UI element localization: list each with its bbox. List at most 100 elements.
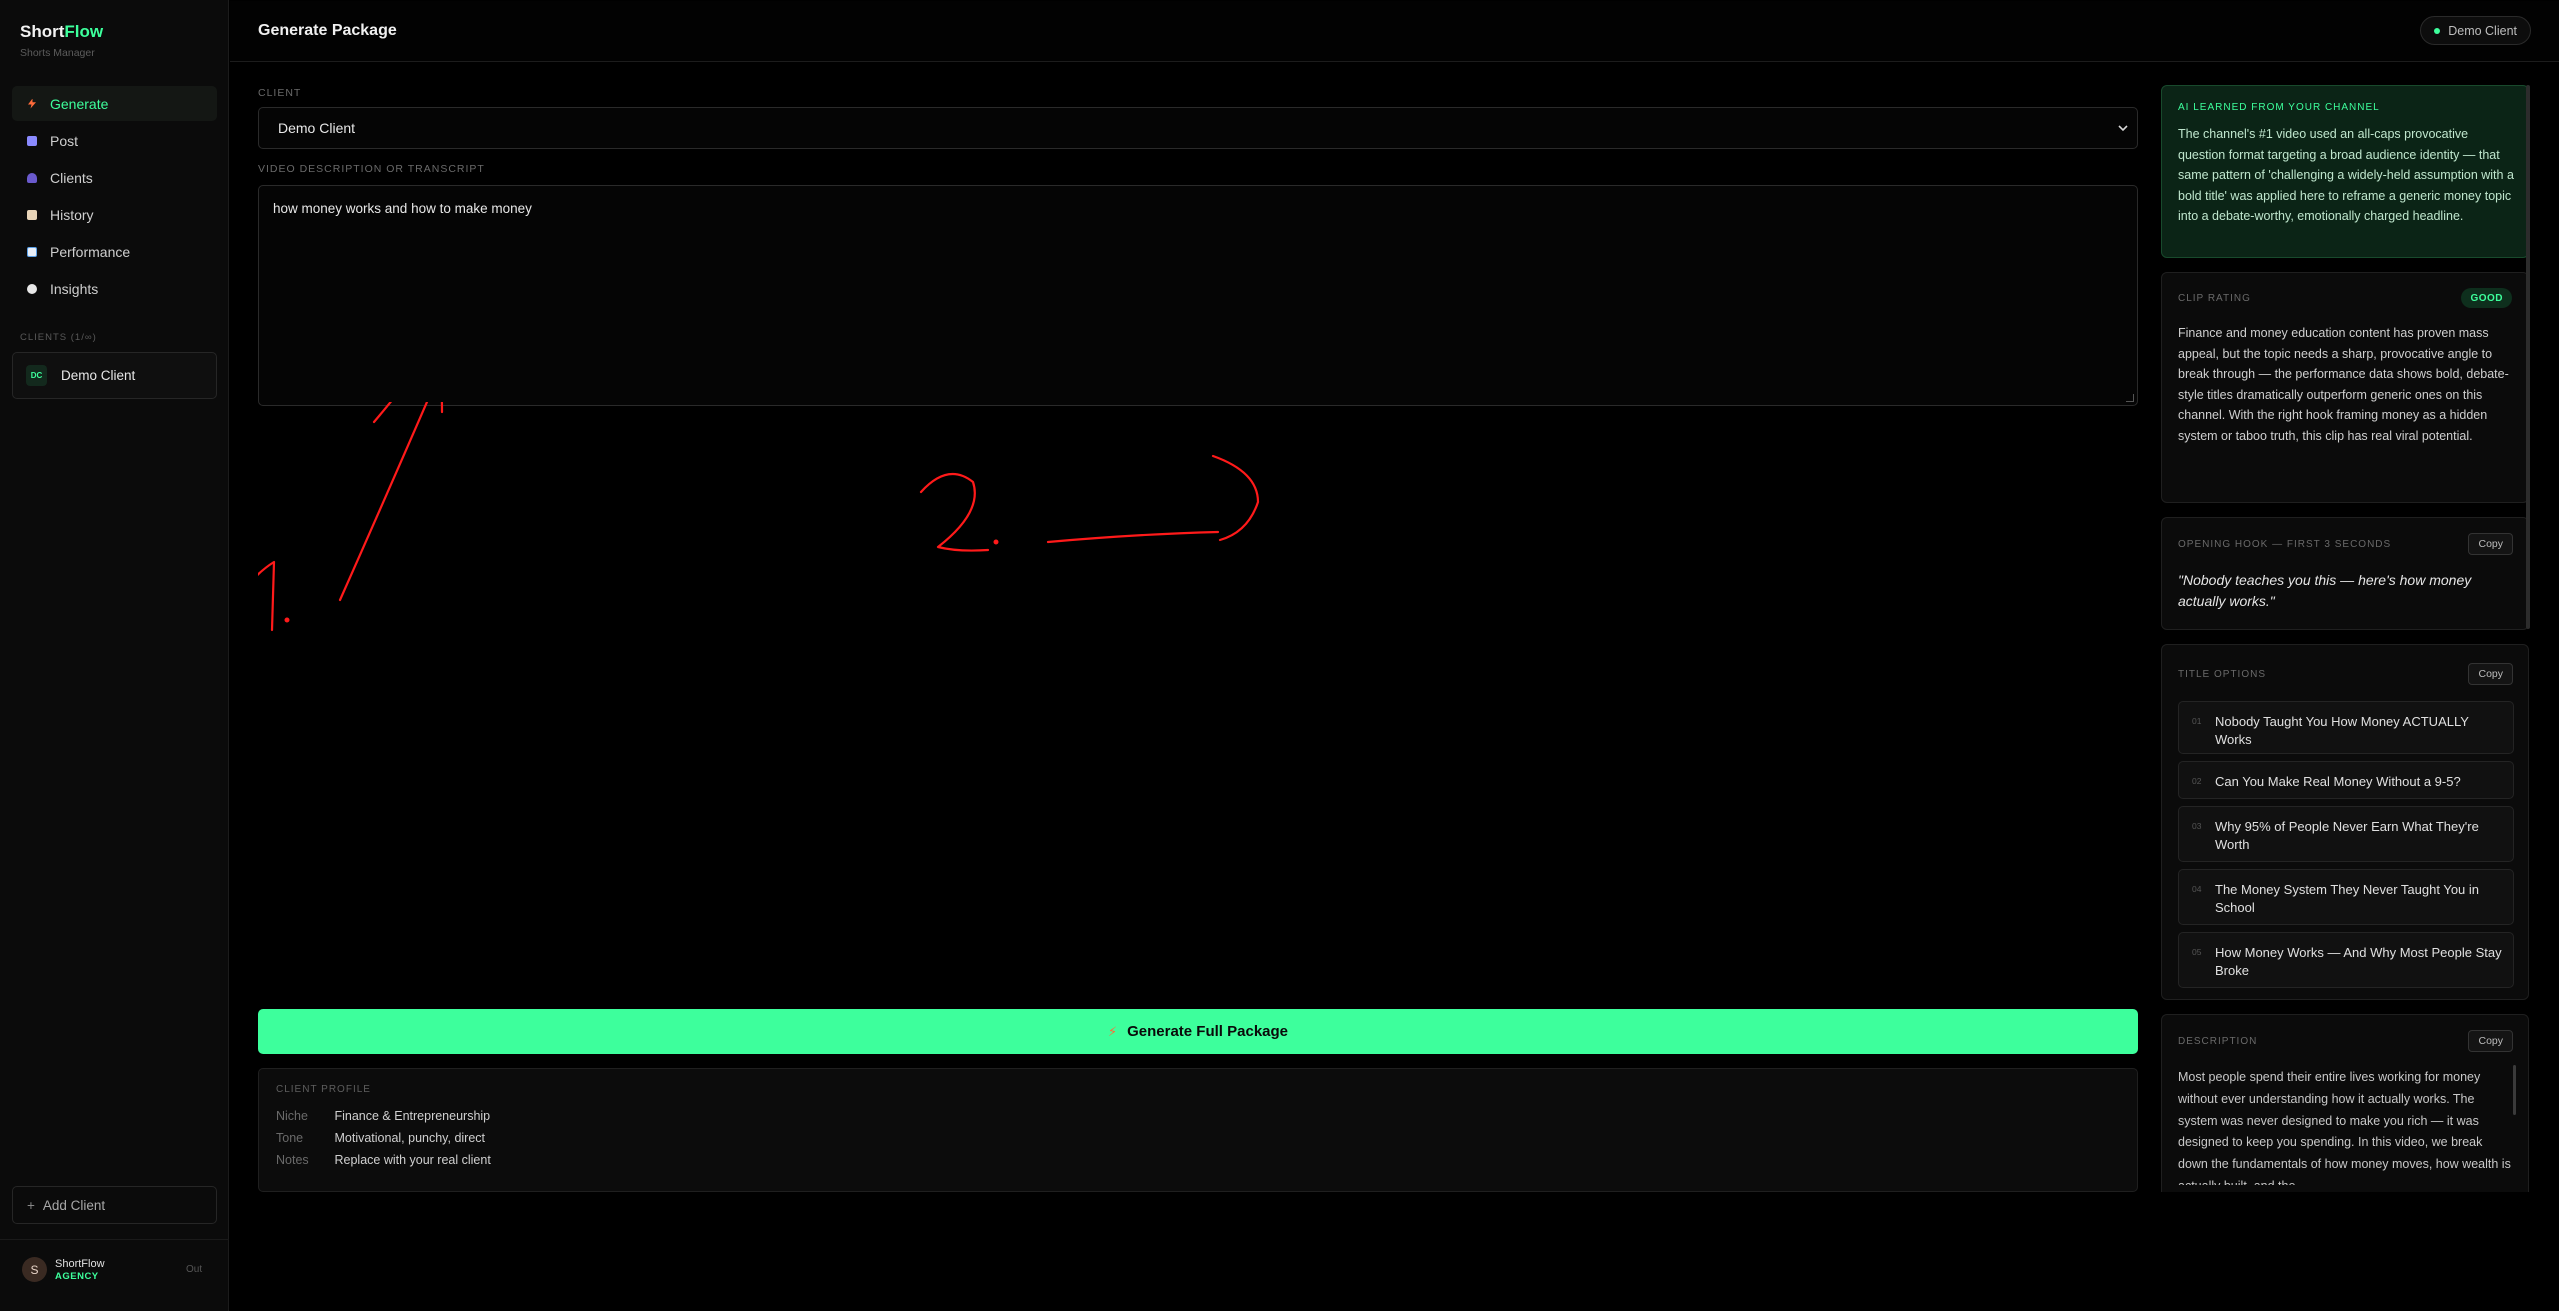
annotation-arrow-2-head <box>1211 454 1260 542</box>
title-option-number: 01 <box>2192 716 2202 726</box>
client-card-demo[interactable]: DC Demo Client <box>12 352 217 399</box>
profile-key: Notes <box>276 1153 309 1167</box>
client-select-value: Demo Client <box>278 120 356 136</box>
sidebar-item-clients[interactable]: Clients <box>12 160 217 195</box>
results-panel-scrollbar[interactable] <box>2526 85 2530 629</box>
annotation-arrow-1-head <box>372 402 444 424</box>
sidebar-item-label: Insights <box>50 280 99 297</box>
page-title: Generate Package <box>258 22 397 39</box>
user-plan-badge: AGENCY <box>55 1271 99 1282</box>
opening-hook-text: "Nobody teaches you this — here's how mo… <box>2178 572 2472 609</box>
description-title: DESCRIPTION <box>2178 1036 2258 1047</box>
title-option-text: Can You Make Real Money Without a 9-5? <box>2215 774 2461 789</box>
generate-full-package-button[interactable]: ⚡ Generate Full Package <box>258 1009 2138 1054</box>
brand: ShortFlow Shorts Manager <box>20 22 103 59</box>
sidebar-item-label: Performance <box>50 243 131 260</box>
add-client-label: Add Client <box>42 1197 106 1213</box>
copy-titles-button[interactable]: Copy <box>2468 663 2513 685</box>
annotation-arrow-2-shaft <box>1046 530 1220 544</box>
copy-hook-button[interactable]: Copy <box>2468 533 2513 555</box>
annotation-arrow-1-shaft <box>338 402 429 602</box>
title-option-text: The Money System They Never Taught You i… <box>2215 882 2480 915</box>
title-option[interactable]: 02 Can You Make Real Money Without a 9-5… <box>2178 761 2514 799</box>
title-option-number: 04 <box>2192 884 2202 894</box>
users-icon <box>27 172 37 183</box>
copy-description-button[interactable]: Copy <box>2468 1030 2513 1052</box>
status-badge: GOOD <box>2461 288 2512 308</box>
clients-section-title: CLIENTS (1/∞) <box>20 332 97 343</box>
profile-value: Replace with your real client <box>334 1153 491 1167</box>
opening-hook-card: OPENING HOOK — FIRST 3 SECONDS Copy "Nob… <box>2161 517 2529 630</box>
status-dot-icon <box>2434 27 2441 34</box>
profile-key: Tone <box>276 1131 304 1145</box>
sidebar-nav: Generate Post Clients History Performanc… <box>12 86 217 308</box>
brand-subtitle: Shorts Manager <box>20 47 95 59</box>
ai-learned-title: AI LEARNED FROM YOUR CHANNEL <box>2178 102 2380 113</box>
generate-button-label: Generate Full Package <box>1127 1023 1289 1040</box>
active-client-pill[interactable]: Demo Client <box>2420 16 2531 45</box>
profile-value: Finance & Entrepreneurship <box>334 1109 491 1123</box>
sidebar-item-label: Post <box>50 132 79 149</box>
avatar[interactable]: S <box>22 1257 47 1282</box>
client-name: Demo Client <box>61 368 136 383</box>
title-option-text: Nobody Taught You How Money ACTUALLY Wor… <box>2215 714 2469 747</box>
description-text: Most people spend their entire lives wor… <box>2178 1070 2511 1185</box>
sidebar-item-label: Generate <box>50 95 109 112</box>
title-option-text: How Money Works — And Why Most People St… <box>2215 945 2502 978</box>
annotation-number-2 <box>919 472 990 552</box>
generate-form: CLIENT Demo Client VIDEO DESCRIPTION OR … <box>258 62 2138 1311</box>
chat-bubble-icon <box>27 283 37 294</box>
bolt-icon <box>28 98 36 109</box>
sidebar: ShortFlow Shorts Manager Generate Post C… <box>0 0 229 1311</box>
sidebar-item-label: History <box>50 206 94 223</box>
results-panel[interactable]: AI LEARNED FROM YOUR CHANNEL The channel… <box>2161 85 2529 1192</box>
client-avatar: DC <box>26 365 47 386</box>
clip-rating-title: CLIP RATING <box>2178 293 2251 304</box>
annotation-number-1 <box>258 560 276 632</box>
description-field-label: VIDEO DESCRIPTION OR TRANSCRIPT <box>258 163 485 175</box>
title-option[interactable]: 04 The Money System They Never Taught Yo… <box>2178 869 2514 925</box>
title-option[interactable]: 05 How Money Works — And Why Most People… <box>2178 932 2514 988</box>
title-option-number: 02 <box>2192 776 2202 786</box>
ai-learned-card: AI LEARNED FROM YOUR CHANNEL The channel… <box>2161 85 2529 258</box>
brand-logo[interactable]: ShortFlow <box>20 22 103 42</box>
client-profile-title: CLIENT PROFILE <box>276 1084 371 1095</box>
title-options-card: TITLE OPTIONS Copy 01 Nobody Taught You … <box>2161 644 2529 1000</box>
sidebar-item-label: Clients <box>50 169 93 186</box>
user-block: S ShortFlow AGENCY Out <box>0 1239 229 1311</box>
description-scrollbar[interactable] <box>2513 1065 2516 1115</box>
client-field-label: CLIENT <box>258 87 302 99</box>
resize-handle-icon[interactable] <box>2126 394 2134 402</box>
annotation-dot-1 <box>284 617 290 623</box>
sidebar-item-post[interactable]: Post <box>12 123 217 158</box>
sidebar-item-generate[interactable]: Generate <box>12 86 217 121</box>
sidebar-item-insights[interactable]: Insights <box>12 271 217 306</box>
logout-button[interactable]: Out <box>186 1264 202 1275</box>
user-name: ShortFlow <box>55 1258 105 1270</box>
calendar-icon <box>27 135 37 146</box>
annotation-dot-2 <box>993 539 999 545</box>
sidebar-item-performance[interactable]: Performance <box>12 234 217 269</box>
description-textarea[interactable]: how money works and how to make money <box>258 185 2138 406</box>
chart-icon <box>27 246 37 257</box>
clip-rating-card: CLIP RATING GOOD Finance and money educa… <box>2161 272 2529 503</box>
title-option[interactable]: 03 Why 95% of People Never Earn What The… <box>2178 806 2514 862</box>
profile-row-tone: Tone Motivational, punchy, direct <box>276 1131 485 1145</box>
client-select[interactable]: Demo Client <box>258 107 2138 149</box>
annotation-overlay <box>258 402 1260 632</box>
chevron-down-icon <box>2118 125 2128 132</box>
profile-row-notes: Notes Replace with your real client <box>276 1153 491 1167</box>
bolt-icon: ⚡ <box>1107 1023 1118 1039</box>
description-value: how money works and how to make money <box>273 201 532 216</box>
title-option-number: 05 <box>2192 947 2202 957</box>
client-profile-card: CLIENT PROFILE Niche Finance & Entrepren… <box>258 1068 2138 1192</box>
profile-row-niche: Niche Finance & Entrepreneurship <box>276 1109 490 1123</box>
top-header: Generate Package Demo Client <box>230 1 2559 62</box>
title-option[interactable]: 01 Nobody Taught You How Money ACTUALLY … <box>2178 701 2514 754</box>
clip-rating-text: Finance and money education content has … <box>2178 326 2509 443</box>
profile-value: Motivational, punchy, direct <box>334 1131 486 1145</box>
profile-key: Niche <box>276 1109 308 1123</box>
add-client-button[interactable]: + Add Client <box>12 1186 217 1224</box>
active-client-label: Demo Client <box>2448 23 2517 38</box>
sidebar-item-history[interactable]: History <box>12 197 217 232</box>
